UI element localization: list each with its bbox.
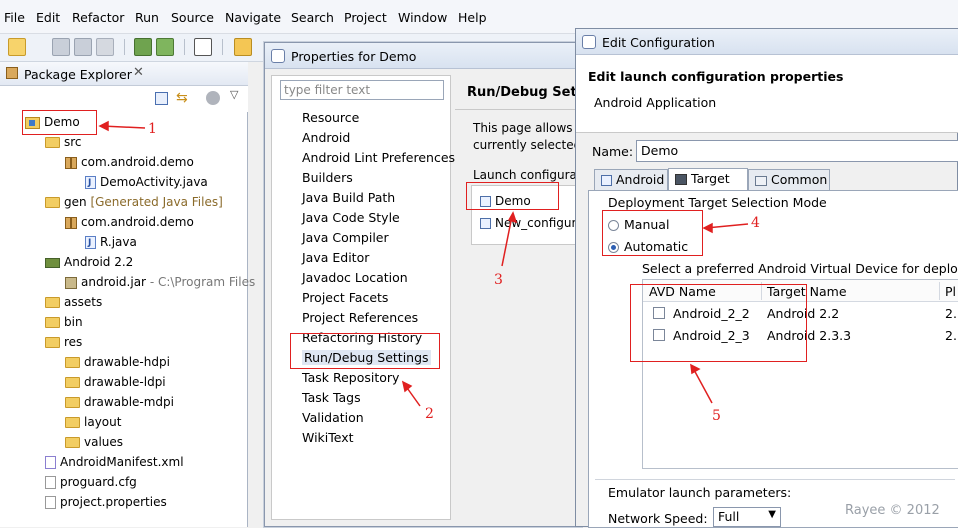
annotation-number: 1 xyxy=(148,121,157,137)
annotation-number: 4 xyxy=(751,215,760,231)
annotation-number: 5 xyxy=(712,408,721,424)
watermark: Rayee © 2012 xyxy=(845,503,940,518)
annotation-number: 2 xyxy=(425,406,434,422)
annotation-number: 3 xyxy=(494,272,503,288)
annotation-arrows xyxy=(98,120,749,407)
